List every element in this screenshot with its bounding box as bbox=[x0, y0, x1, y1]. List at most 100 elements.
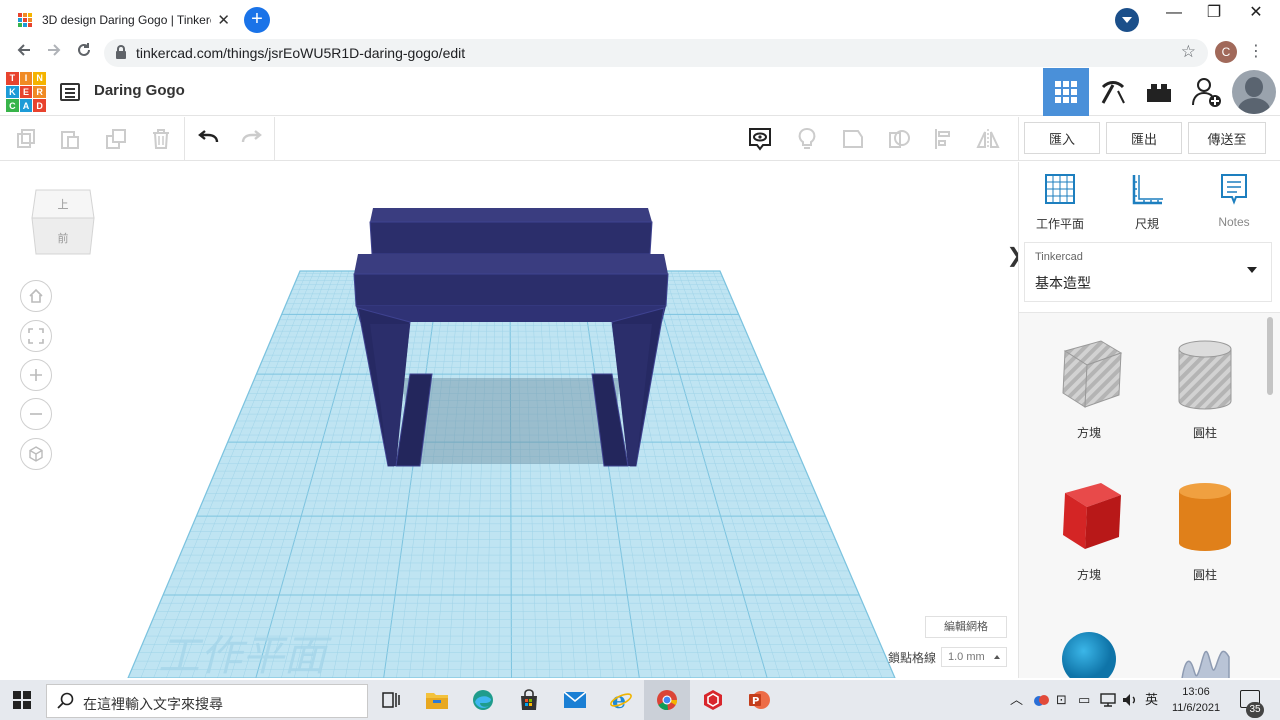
internet-explorer-button[interactable]: e bbox=[598, 680, 644, 720]
start-button[interactable] bbox=[0, 680, 44, 720]
back-button[interactable] bbox=[12, 41, 36, 65]
import-button[interactable]: 匯入 bbox=[1024, 122, 1100, 154]
lightbulb-icon[interactable] bbox=[793, 125, 821, 153]
forward-button[interactable] bbox=[42, 41, 66, 65]
zoom-out-button[interactable] bbox=[20, 398, 52, 430]
url-bar[interactable]: tinkercad.com/things/jsrEoWU5R1D-daring-… bbox=[104, 39, 1208, 67]
shape-scribble[interactable] bbox=[1155, 629, 1255, 678]
ruler-tool-label: 尺規 bbox=[1134, 217, 1159, 231]
mirror-icon[interactable] bbox=[974, 125, 1002, 153]
shape-sphere[interactable] bbox=[1039, 629, 1139, 678]
battery-icon[interactable]: ▭ bbox=[1078, 680, 1090, 720]
brick-icon bbox=[1147, 84, 1171, 102]
align-icon[interactable] bbox=[930, 125, 958, 153]
copy-icon[interactable] bbox=[12, 125, 40, 153]
viewcube-front-label: 前 bbox=[58, 231, 69, 245]
export-button[interactable]: 匯出 bbox=[1106, 122, 1182, 154]
design-list-icon[interactable] bbox=[60, 83, 80, 101]
ruler-icon bbox=[1132, 175, 1163, 205]
new-tab-button[interactable]: + bbox=[244, 7, 270, 33]
powerpoint-button[interactable]: P bbox=[736, 680, 782, 720]
folder-icon bbox=[426, 693, 448, 709]
sketchup-button[interactable] bbox=[690, 680, 736, 720]
minimize-button[interactable]: — bbox=[1152, 2, 1196, 24]
media-download-icon[interactable] bbox=[1115, 8, 1139, 32]
task-view-button[interactable] bbox=[368, 680, 414, 720]
invite-user-button[interactable] bbox=[1184, 68, 1230, 116]
store-button[interactable] bbox=[506, 680, 552, 720]
security-icon[interactable]: ⊡ bbox=[1056, 680, 1067, 720]
shape-box-hole[interactable]: 方塊 bbox=[1039, 333, 1139, 441]
edit-grid-button[interactable]: 編輯網格 bbox=[925, 616, 1007, 638]
task-view-icon bbox=[382, 692, 400, 708]
windows-taskbar: 在這裡輸入文字來搜尋 e P ︿ ⊡ ▭ 英 13:06 11/6/2021 3… bbox=[0, 680, 1280, 720]
user-avatar[interactable] bbox=[1232, 70, 1276, 114]
url-text[interactable]: tinkercad.com/things/jsrEoWU5R1D-daring-… bbox=[136, 45, 465, 61]
workplane-grid[interactable]: 工作平面 bbox=[0, 162, 1018, 678]
duplicate-icon[interactable] bbox=[102, 125, 130, 153]
home-view-button[interactable] bbox=[20, 280, 52, 312]
sphere-icon bbox=[1062, 632, 1116, 678]
shape-label: 方塊 bbox=[1076, 568, 1101, 582]
shape-library-dropdown[interactable]: Tinkercad 基本造型 bbox=[1024, 242, 1272, 302]
shape-box[interactable]: 方塊 bbox=[1039, 475, 1139, 583]
input-method-indicator[interactable]: 英 bbox=[1145, 680, 1158, 720]
restore-button[interactable]: ❐ bbox=[1192, 2, 1236, 24]
view-cube[interactable]: 上 前 bbox=[30, 182, 96, 258]
snap-grid-value: 1.0 mm bbox=[948, 651, 985, 663]
svg-text:P: P bbox=[752, 696, 759, 707]
shapes-panel: 工作平面 尺規 Notes Tinkercad 基本造型 方塊 圓柱 方塊 圓柱 bbox=[1018, 162, 1280, 678]
browser-profile-avatar[interactable]: C bbox=[1215, 41, 1237, 63]
tinkercad-logo[interactable]: TIN KER CAD bbox=[6, 72, 46, 112]
file-explorer-button[interactable] bbox=[414, 680, 460, 720]
reload-button[interactable] bbox=[72, 41, 96, 65]
browser-menu-icon[interactable]: ⋮ bbox=[1248, 41, 1264, 63]
shape-cylinder[interactable]: 圓柱 bbox=[1155, 475, 1255, 583]
close-window-button[interactable]: ✕ bbox=[1234, 2, 1278, 24]
snap-grid-select[interactable]: 1.0 mm bbox=[941, 647, 1007, 667]
taskbar-clock[interactable]: 13:06 11/6/2021 bbox=[1164, 684, 1228, 716]
volume-icon[interactable] bbox=[1122, 680, 1138, 720]
notes-tool[interactable]: Notes bbox=[1199, 172, 1269, 229]
shapes-scrollbar[interactable] bbox=[1267, 317, 1273, 395]
shape-cylinder-hole[interactable]: 圓柱 bbox=[1155, 333, 1255, 441]
tray-app-icon[interactable] bbox=[1032, 680, 1050, 720]
codeblocks-button[interactable] bbox=[1090, 68, 1136, 116]
project-title[interactable]: Daring Gogo bbox=[94, 82, 185, 99]
logo-letter: D bbox=[33, 99, 46, 112]
chrome-button[interactable] bbox=[644, 680, 690, 720]
taskbar-search-box[interactable]: 在這裡輸入文字來搜尋 bbox=[46, 684, 368, 718]
3d-workspace[interactable]: 工作平面 上 前 編輯網格 鎖點格線 1.0 mm bbox=[0, 162, 1018, 678]
group-icon[interactable] bbox=[839, 125, 867, 153]
3d-design-view-button[interactable] bbox=[1043, 68, 1089, 116]
browser-tab[interactable]: 3D design Daring Gogo | Tinkercad ✕ bbox=[8, 4, 240, 36]
fit-view-button[interactable] bbox=[20, 320, 52, 352]
delete-icon[interactable] bbox=[147, 125, 175, 153]
send-to-button[interactable]: 傳送至 bbox=[1188, 122, 1266, 154]
ruler-tool[interactable]: 尺規 bbox=[1112, 172, 1182, 232]
cloud-icon bbox=[1034, 695, 1049, 706]
tab-close-icon[interactable]: ✕ bbox=[217, 11, 230, 29]
clock-time: 13:06 bbox=[1182, 686, 1210, 698]
logo-letter: K bbox=[6, 85, 19, 99]
workplane-tool[interactable]: 工作平面 bbox=[1025, 172, 1095, 232]
chrome-icon bbox=[657, 690, 678, 711]
fit-view-icon bbox=[28, 328, 44, 344]
windows-logo-icon bbox=[13, 691, 31, 709]
ungroup-icon[interactable] bbox=[885, 125, 913, 153]
zoom-in-button[interactable] bbox=[20, 359, 52, 391]
paste-icon[interactable] bbox=[56, 125, 84, 153]
minus-icon bbox=[30, 413, 42, 415]
show-hidden-icons[interactable]: ︿ bbox=[1010, 680, 1023, 720]
bricks-button[interactable] bbox=[1136, 68, 1182, 116]
undo-icon[interactable] bbox=[194, 125, 222, 153]
network-icon[interactable] bbox=[1100, 680, 1116, 720]
redo-icon[interactable] bbox=[238, 125, 266, 153]
perspective-button[interactable] bbox=[20, 438, 52, 470]
edge-button[interactable] bbox=[460, 680, 506, 720]
mail-button[interactable] bbox=[552, 680, 598, 720]
bookmark-star-icon[interactable]: ☆ bbox=[1181, 42, 1196, 62]
scribble-icon bbox=[1181, 650, 1230, 678]
show-all-icon[interactable] bbox=[746, 125, 774, 153]
search-icon bbox=[57, 692, 74, 709]
